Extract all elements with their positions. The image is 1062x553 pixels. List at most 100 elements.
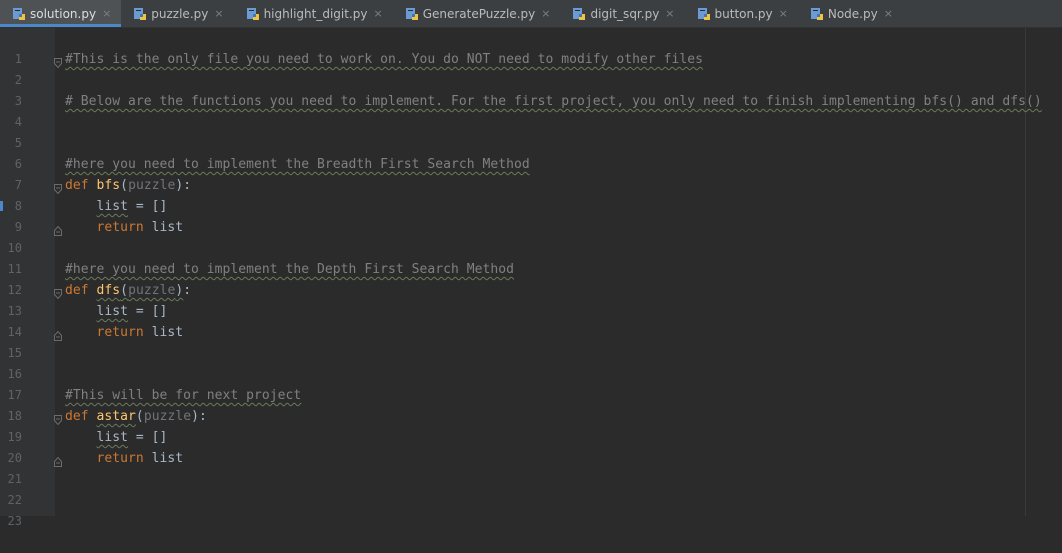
code-line[interactable]: 9 list = []: [0, 196, 1062, 234]
keyword: def: [65, 409, 89, 424]
tab-button-py[interactable]: button.py ×: [685, 0, 798, 27]
punctuation: (: [135, 409, 144, 424]
close-icon[interactable]: ×: [102, 7, 111, 20]
code-text: def bfs(puzzle):: [65, 175, 191, 196]
fold-marker-icon[interactable]: [54, 180, 62, 195]
close-icon[interactable]: ×: [779, 7, 788, 20]
keyword: return: [96, 220, 144, 235]
python-file-icon: [12, 7, 26, 21]
assignment: = []: [128, 199, 168, 214]
function-name: bfs: [96, 178, 121, 193]
code-text: def dfs(puzzle):: [65, 280, 191, 301]
code-line[interactable]: 22: [0, 469, 1062, 507]
code-line[interactable]: 7 #here you need to implement the Breadt…: [0, 154, 1062, 192]
close-icon[interactable]: ×: [373, 7, 382, 20]
fold-end-icon[interactable]: [54, 222, 62, 236]
return-value: list: [143, 220, 184, 235]
tab-label: button.py: [714, 6, 773, 21]
tab-solution-py[interactable]: solution.py ×: [0, 0, 122, 27]
fold-end-icon[interactable]: [54, 453, 62, 467]
code-line[interactable]: 10 return list: [0, 217, 1062, 255]
code-line[interactable]: 16: [0, 343, 1062, 381]
tab-label: Node.py: [827, 6, 878, 21]
punctuation: :: [183, 283, 192, 298]
code-line[interactable]: 6: [0, 133, 1062, 171]
code-line[interactable]: 23: [0, 490, 1062, 528]
return-value: list: [143, 451, 184, 466]
function-name: astar: [96, 409, 136, 424]
variable: list: [96, 199, 129, 214]
code-line[interactable]: 11: [0, 238, 1062, 276]
code-text: def astar(puzzle):: [65, 406, 207, 427]
code-text: list = []: [65, 301, 168, 322]
tab-generatepuzzle-py[interactable]: GeneratePuzzle.py ×: [393, 0, 561, 27]
code-editor[interactable]: 1 2 #This is the only file you need to w…: [0, 28, 1062, 528]
fold-marker-icon[interactable]: [54, 54, 62, 69]
fold-marker-icon[interactable]: [54, 285, 62, 300]
function-name: dfs: [96, 283, 121, 298]
code-text: list = []: [65, 196, 168, 217]
tab-node-py[interactable]: Node.py ×: [798, 0, 903, 27]
code-line[interactable]: 13 def dfs(puzzle):: [0, 280, 1062, 318]
parameter: puzzle: [128, 178, 176, 193]
code-line[interactable]: 19 def astar(puzzle):: [0, 406, 1062, 444]
line-number: 23: [7, 514, 22, 528]
code-text: list = []: [65, 427, 168, 448]
code-line[interactable]: 17: [0, 364, 1062, 402]
close-icon[interactable]: ×: [541, 7, 550, 20]
code-line[interactable]: 20 list = []: [0, 427, 1062, 465]
python-file-icon: [405, 7, 419, 21]
code-text: return list: [65, 448, 184, 469]
fold-end-icon[interactable]: [54, 327, 62, 341]
punctuation: (: [120, 283, 129, 298]
return-value: list: [143, 325, 184, 340]
python-file-icon: [133, 7, 147, 21]
keyword: def: [65, 283, 89, 298]
code-line[interactable]: 12 #here you need to implement the Depth…: [0, 259, 1062, 297]
tab-label: GeneratePuzzle.py: [422, 6, 536, 21]
tab-puzzle-py[interactable]: puzzle.py ×: [121, 0, 233, 27]
tab-label: puzzle.py: [151, 6, 209, 21]
code-line[interactable]: 1: [0, 28, 1062, 66]
close-icon[interactable]: ×: [665, 7, 674, 20]
code-line[interactable]: 21 return list: [0, 448, 1062, 486]
punctuation: (: [120, 178, 129, 193]
punctuation: ):: [175, 178, 192, 193]
code-line[interactable]: 8 def bfs(puzzle):: [0, 175, 1062, 213]
code-text: return list: [65, 217, 184, 238]
close-icon[interactable]: ×: [884, 7, 893, 20]
fold-marker-icon[interactable]: [54, 411, 62, 426]
code-text: return list: [65, 322, 184, 343]
code-line[interactable]: 15 return list: [0, 322, 1062, 360]
assignment: = []: [128, 304, 168, 319]
close-icon[interactable]: ×: [214, 7, 223, 20]
variable: list: [96, 304, 129, 319]
code-line[interactable]: 18 #This will be for next project: [0, 385, 1062, 423]
punctuation: ):: [191, 409, 207, 424]
code-line[interactable]: 2 #This is the only file you need to wor…: [0, 49, 1062, 87]
code-line[interactable]: 4 # Below are the functions you need to …: [0, 91, 1062, 129]
parameter: puzzle: [143, 409, 192, 424]
parameter: puzzle: [128, 283, 176, 298]
editor-tab-bar: solution.py × puzzle.py × highlight_digi…: [0, 0, 1062, 28]
comment-text: #here you need to implement the Depth Fi…: [65, 262, 514, 277]
keyword: return: [96, 451, 144, 466]
tab-label: solution.py: [30, 6, 97, 21]
tab-label: digit_sqr.py: [590, 6, 660, 21]
tab-label: highlight_digit.py: [263, 6, 368, 21]
code-line[interactable]: 3: [0, 70, 1062, 108]
python-file-icon: [697, 7, 711, 21]
tab-digit-sqr-py[interactable]: digit_sqr.py ×: [560, 0, 684, 27]
comment-text: #This is the only file you need to work …: [65, 52, 704, 67]
code-line[interactable]: 5: [0, 112, 1062, 150]
python-file-icon: [246, 7, 260, 21]
tab-highlight-digit-py[interactable]: highlight_digit.py ×: [234, 0, 393, 27]
code-line[interactable]: 14 list = []: [0, 301, 1062, 339]
comment-text: #here you need to implement the Breadth …: [65, 157, 530, 172]
comment-text: # Below are the functions you need to im…: [65, 94, 1042, 109]
